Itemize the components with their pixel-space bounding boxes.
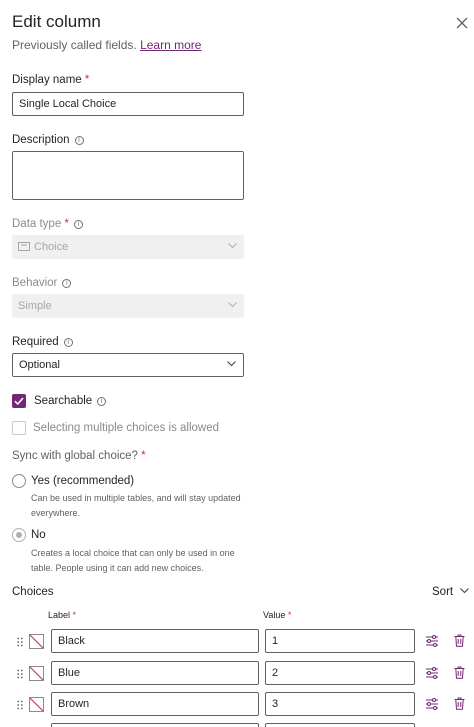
label-header-required: *: [72, 610, 77, 620]
choice-type-icon: [18, 242, 30, 251]
settings-sliders-icon[interactable]: [425, 667, 439, 679]
panel-title: Edit column: [12, 12, 101, 31]
choice-value-input[interactable]: 2: [265, 661, 415, 685]
description-textarea[interactable]: [12, 151, 244, 200]
data-type-select: Choice: [12, 235, 244, 259]
value-column-header: Value *: [263, 610, 291, 620]
behavior-value: Simple: [18, 300, 52, 312]
radio-yes-desc-line2: everywhere.: [31, 508, 81, 518]
radio-no-desc-line1: Creates a local choice that can only be …: [31, 548, 235, 558]
choice-row: Black 1: [0, 629, 474, 655]
delete-icon[interactable]: [454, 697, 465, 710]
checkmark-icon: [14, 397, 24, 406]
settings-sliders-icon[interactable]: [425, 635, 439, 647]
required-value: Optional: [19, 359, 60, 371]
radio-yes-description: Can be used in multiple tables, and will…: [31, 491, 241, 521]
drag-handle-icon[interactable]: [17, 700, 23, 710]
no-color-swatch-icon[interactable]: [29, 634, 44, 649]
display-name-input[interactable]: Single Local Choice: [12, 92, 244, 116]
sync-global-required: *: [141, 450, 146, 462]
searchable-checkbox[interactable]: [12, 394, 26, 408]
data-type-label-text: Data type: [12, 218, 62, 230]
required-label: Required i: [12, 336, 73, 348]
radio-no-description: Creates a local choice that can only be …: [31, 546, 235, 576]
choices-title: Choices: [12, 586, 54, 598]
display-name-label-text: Display name: [12, 74, 82, 86]
radio-no[interactable]: [12, 528, 26, 542]
chevron-down-icon: [227, 361, 236, 367]
drag-handle-icon[interactable]: [17, 637, 23, 647]
required-label-text: Required: [12, 336, 59, 348]
delete-icon[interactable]: [454, 634, 465, 647]
info-icon[interactable]: i: [73, 220, 83, 229]
close-icon[interactable]: [455, 16, 469, 30]
choice-row: Brown 3: [0, 692, 474, 718]
value-header-text: Value: [263, 610, 286, 620]
behavior-label-text: Behavior: [12, 277, 58, 289]
choice-label-input-partial[interactable]: [51, 723, 259, 727]
subtitle-text: Previously called fields.: [12, 38, 137, 52]
chevron-down-icon: [228, 302, 237, 308]
multiple-choices-checkbox[interactable]: [12, 421, 26, 435]
chevron-down-icon: [460, 588, 470, 594]
multiple-choices-label: Selecting multiple choices is allowed: [33, 422, 220, 434]
drag-handle-icon[interactable]: [17, 669, 23, 679]
sort-button[interactable]: Sort: [432, 586, 470, 598]
radio-yes-label: Yes (recommended): [31, 475, 135, 487]
required-select[interactable]: Optional: [12, 353, 244, 377]
searchable-label-text: Searchable: [34, 395, 93, 407]
learn-more-link[interactable]: Learn more: [140, 38, 201, 52]
radio-yes[interactable]: [12, 474, 26, 488]
chevron-down-icon: [228, 243, 237, 249]
info-icon[interactable]: i: [63, 338, 73, 347]
value-header-required: *: [287, 610, 292, 620]
description-label: Description i: [12, 134, 84, 146]
data-type-value: Choice: [34, 241, 69, 253]
sync-global-label-text: Sync with global choice?: [12, 450, 138, 462]
delete-icon[interactable]: [454, 666, 465, 679]
label-header-text: Label: [48, 610, 71, 620]
choice-value-input[interactable]: 1: [265, 629, 415, 653]
behavior-select: Simple: [12, 294, 244, 318]
info-icon[interactable]: i: [74, 136, 84, 145]
no-color-swatch-icon[interactable]: [29, 666, 44, 681]
choice-value-input[interactable]: 3: [265, 692, 415, 716]
description-label-text: Description: [12, 134, 70, 146]
info-icon[interactable]: i: [62, 279, 72, 288]
choice-label-input[interactable]: Brown: [51, 692, 259, 716]
display-name-required: *: [84, 74, 90, 86]
sort-label: Sort: [432, 586, 454, 598]
choice-label-input[interactable]: Blue: [51, 661, 259, 685]
panel-subtitle: Previously called fields. Learn more: [12, 38, 201, 52]
radio-no-desc-line2: table. People using it can add new choic…: [31, 563, 204, 573]
settings-sliders-icon[interactable]: [425, 698, 439, 710]
behavior-label: Behavior i: [12, 277, 72, 289]
no-color-swatch-icon[interactable]: [29, 697, 44, 712]
data-type-label: Data type * i: [12, 218, 83, 230]
label-column-header: Label *: [48, 610, 76, 620]
display-name-label: Display name *: [12, 74, 89, 86]
radio-yes-desc-line1: Can be used in multiple tables, and will…: [31, 493, 241, 503]
choice-label-input[interactable]: Black: [51, 629, 259, 653]
choice-row: Blue 2: [0, 661, 474, 687]
choice-value-input-partial[interactable]: [265, 723, 415, 727]
searchable-label: Searchable i: [34, 395, 107, 407]
data-type-required: *: [64, 218, 69, 230]
radio-no-label: No: [31, 529, 46, 541]
sync-global-label: Sync with global choice? *: [12, 450, 146, 462]
info-icon[interactable]: i: [97, 397, 107, 406]
